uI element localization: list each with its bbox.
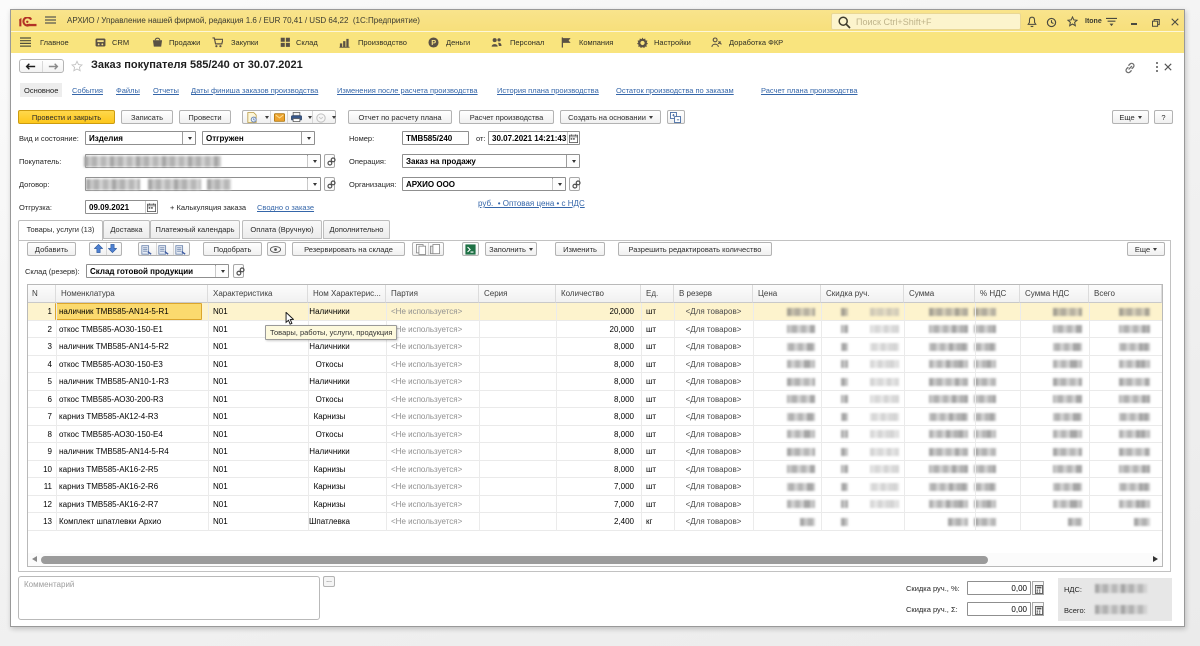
- svg-text:Р: Р: [431, 38, 436, 47]
